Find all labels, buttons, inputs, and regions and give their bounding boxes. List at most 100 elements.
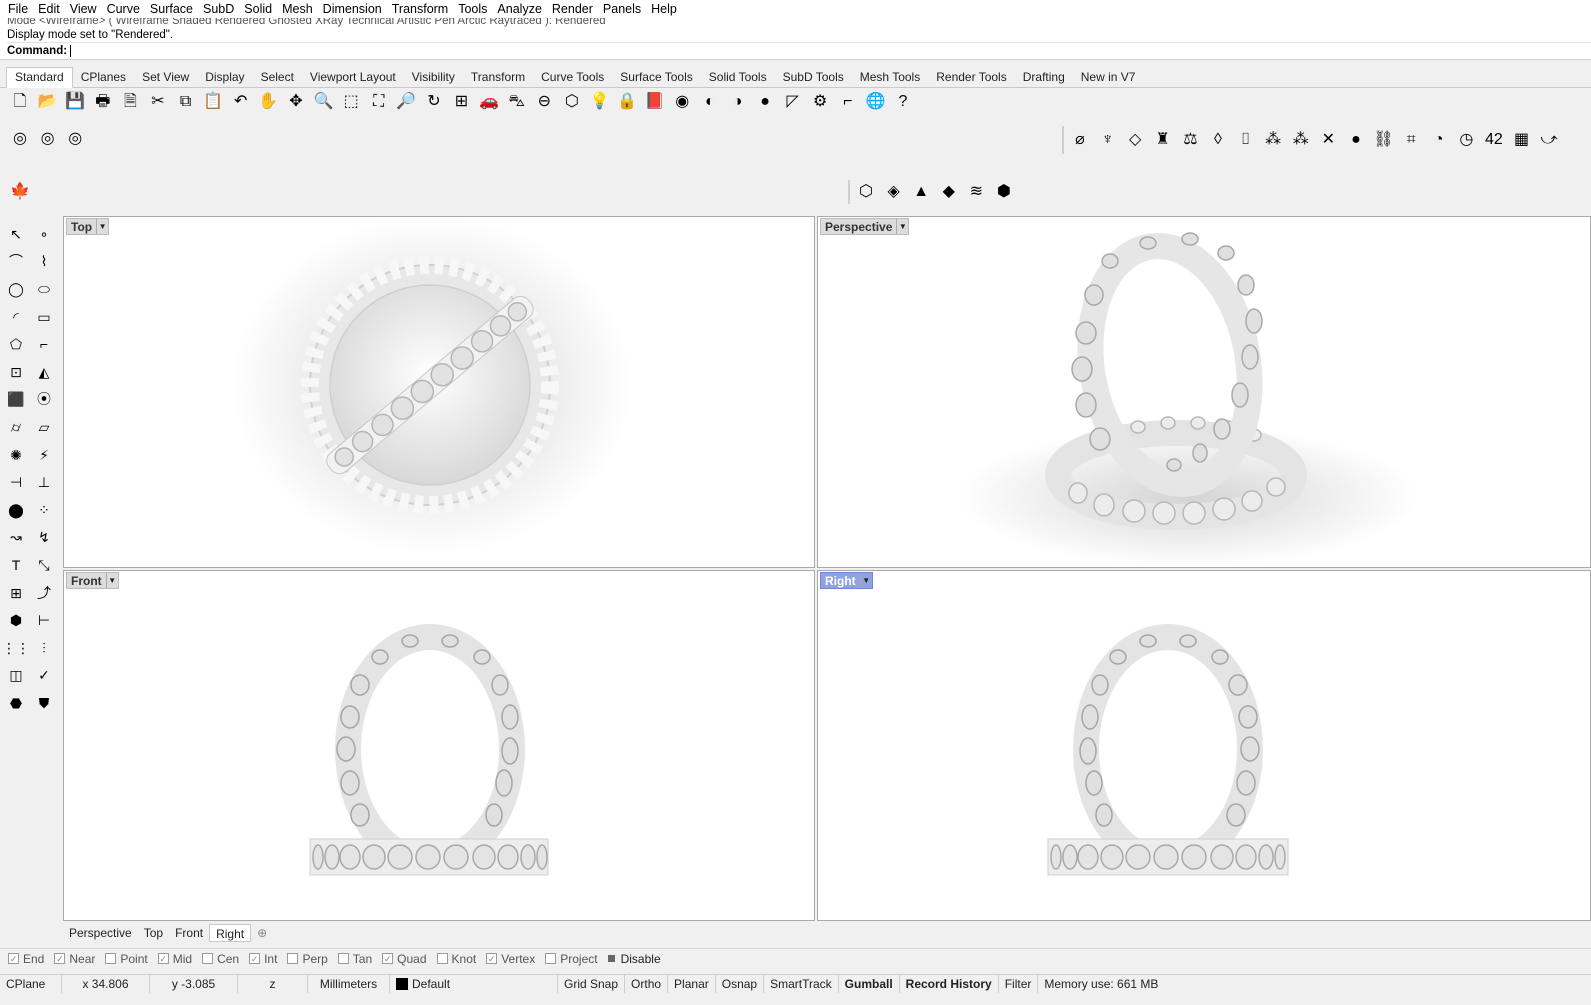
menu-tools[interactable]: Tools (453, 0, 492, 18)
tab-visibility[interactable]: Visibility (404, 68, 463, 87)
scale-icon[interactable]: ⚖ (1178, 128, 1202, 152)
tab-transform[interactable]: Transform (463, 68, 533, 87)
menu-view[interactable]: View (65, 0, 102, 18)
new-icon[interactable]: 🗋 (8, 90, 32, 114)
checkbox[interactable]: ✓ (54, 953, 66, 964)
globe-icon[interactable]: 🌐 (863, 90, 887, 114)
rectangle-icon[interactable]: ▭ (32, 305, 56, 329)
viewport-title-right[interactable]: Right ▼ (820, 572, 873, 589)
split-icon[interactable]: ⚡ (32, 443, 56, 467)
four-view-icon[interactable]: ⊞ (450, 90, 474, 114)
osnap-project[interactable]: Project (545, 952, 598, 966)
viewport-tab-front[interactable]: Front (169, 924, 209, 942)
leaf-icon[interactable]: 🍁 (8, 180, 32, 204)
options-icon[interactable]: ⚙ (808, 90, 832, 114)
menu-edit[interactable]: Edit (33, 0, 65, 18)
lock-icon[interactable]: 🔒 (615, 90, 639, 114)
render-sphere-icon[interactable]: ● (753, 90, 777, 114)
ring-icon[interactable]: ⌀ (1068, 128, 1092, 152)
viewport-front[interactable]: Front ▼ (63, 570, 815, 921)
viewport-top[interactable]: Top ▼ (63, 216, 815, 568)
scale-tool-icon[interactable]: ⤡ (32, 553, 56, 577)
trim-icon[interactable]: ⊣ (4, 470, 28, 494)
checkbox[interactable]: ✓ (249, 953, 261, 964)
block-icon[interactable]: ⬢ (4, 608, 28, 632)
tab-set-view[interactable]: Set View (134, 68, 197, 87)
undo-view-icon[interactable]: ↻ (422, 90, 446, 114)
dropdown-arrow-icon[interactable]: ▼ (859, 573, 872, 588)
smarttrack-toggle[interactable]: SmartTrack (764, 975, 839, 993)
offset-icon[interactable]: ↯ (32, 525, 56, 549)
record-history-toggle[interactable]: Record History (900, 975, 999, 993)
analyze-icon[interactable]: ⬣ (4, 691, 28, 715)
extrude-surface-icon[interactable]: ◭ (32, 360, 56, 384)
measure-icon[interactable]: ◊ (1206, 128, 1230, 152)
cluster-icon[interactable]: ⁂ (1261, 128, 1285, 152)
point-icon[interactable]: ∘ (32, 222, 56, 246)
disable-indicator[interactable] (607, 955, 615, 962)
checkbox[interactable]: ✓ (8, 953, 19, 964)
menu-surface[interactable]: Surface (145, 0, 198, 18)
surface-points-icon[interactable]: ⊡ (4, 360, 28, 384)
render-icon[interactable]: ◎ (8, 127, 32, 151)
import-icon[interactable]: 🗎 (118, 90, 142, 114)
ortho-toggle[interactable]: Ortho (625, 975, 669, 993)
osnap-tan[interactable]: Tan (337, 952, 372, 966)
menu-curve[interactable]: Curve (102, 0, 145, 18)
polyhedron-icon[interactable]: ⬡ (854, 180, 878, 204)
boolean-union-icon[interactable]: ⦿ (32, 387, 56, 411)
select-icon[interactable]: ⬡ (560, 90, 584, 114)
grid-snap-toggle[interactable]: Grid Snap (558, 975, 626, 993)
menu-mesh[interactable]: Mesh (277, 0, 318, 18)
extend-icon[interactable]: ⊥ (32, 470, 56, 494)
checkbox[interactable]: ✓ (382, 953, 394, 964)
print-icon[interactable]: 🖶 (91, 90, 115, 114)
viewport-right[interactable]: Right ▼ (817, 570, 1591, 921)
gem-icon[interactable]: ◇ (1123, 128, 1147, 152)
checkbox[interactable]: ✓ (486, 953, 498, 964)
prong-icon[interactable]: ♜ (1151, 128, 1175, 152)
filter-button[interactable]: Filter (999, 975, 1039, 993)
polygon-icon[interactable]: ⬠ (4, 332, 28, 356)
menu-dimension[interactable]: Dimension (318, 0, 387, 18)
osnap-quad[interactable]: ✓ Quad (382, 952, 427, 966)
help-icon[interactable]: ? (891, 90, 915, 114)
text-curve-icon[interactable]: ⌗ (1399, 128, 1423, 152)
number-icon[interactable]: 42 (1482, 128, 1506, 152)
tab-cplanes[interactable]: CPlanes (73, 68, 134, 87)
zoom-selected-icon[interactable]: 🔎 (394, 90, 418, 114)
checkbox[interactable] (436, 953, 448, 964)
tab-new-in-v7[interactable]: New in V7 (1073, 68, 1144, 87)
control-curve-icon[interactable]: ⌇ (32, 249, 56, 273)
status-cplane[interactable]: CPlane (0, 975, 62, 993)
bezel-icon[interactable]: ♆ (1096, 128, 1120, 152)
dropdown-arrow-icon[interactable]: ▼ (96, 219, 108, 234)
shaded-icon[interactable]: ◐ (698, 90, 722, 114)
car-icon[interactable]: 🚗 (477, 90, 501, 114)
viewport-tab-perspective[interactable]: Perspective (63, 924, 138, 942)
box-icon[interactable]: ⬛ (4, 387, 28, 411)
render-window-icon[interactable]: ◎ (63, 127, 87, 151)
checkbox[interactable] (105, 953, 117, 964)
cut-icon[interactable]: ✂ (146, 90, 170, 114)
wave-icon[interactable]: ≋ (964, 180, 988, 204)
named-view-icon[interactable]: ⛍ (505, 90, 529, 114)
cplane-icon[interactable]: ⊖ (532, 90, 556, 114)
status-layer[interactable]: Default (390, 975, 558, 993)
undo-icon[interactable]: ↶ (229, 90, 253, 114)
ungroup-icon[interactable]: ⁘ (32, 498, 56, 522)
group-icon[interactable]: ⬤ (4, 498, 28, 522)
scatter-icon[interactable]: ✕ (1316, 128, 1340, 152)
menu-analyze[interactable]: Analyze (492, 0, 546, 18)
viewport-tab-right[interactable]: Right (209, 924, 252, 942)
tab-surface-tools[interactable]: Surface Tools (612, 68, 701, 87)
menu-file[interactable]: File (3, 0, 33, 18)
add-viewport-icon[interactable]: ⊕ (251, 924, 273, 942)
ruler-icon[interactable]: ⌷ (1234, 128, 1258, 152)
mesh-plane-icon[interactable]: ▱ (32, 415, 56, 439)
command-input[interactable] (71, 43, 1472, 58)
menu-help[interactable]: Help (646, 0, 682, 18)
orient-icon[interactable]: ⤴ (32, 581, 56, 605)
osnap-point[interactable]: Point (105, 952, 148, 966)
dimension-tool-icon[interactable]: ⊢ (32, 608, 56, 632)
